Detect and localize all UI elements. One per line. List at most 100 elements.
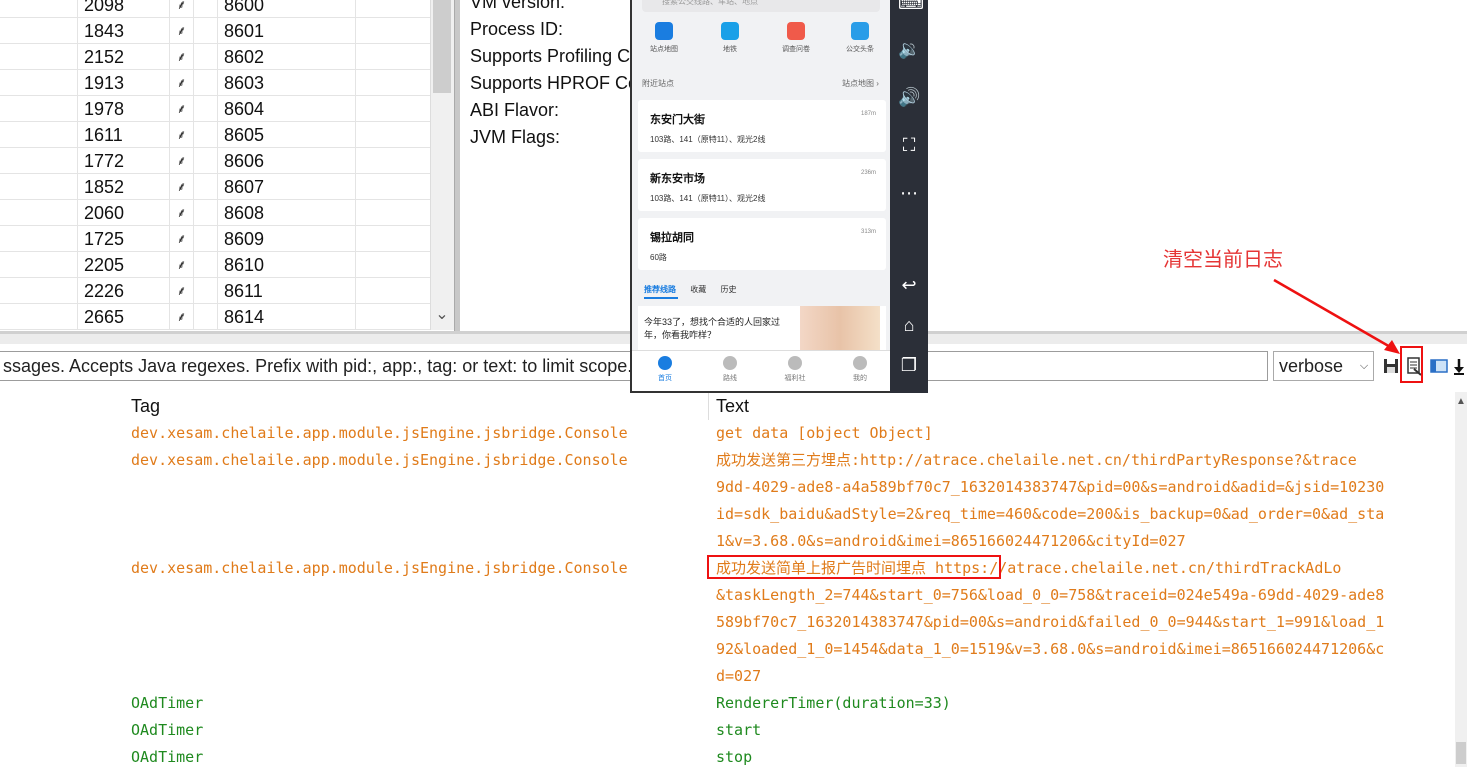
station-card[interactable]: 东安门大街 103路、141（原特11）、观光2线 187m bbox=[638, 100, 886, 152]
bug-icon: ⸙ bbox=[169, 0, 193, 18]
route-icon bbox=[723, 356, 737, 370]
home-icon[interactable]: ⌂ bbox=[898, 314, 920, 336]
tab-underline bbox=[644, 297, 678, 299]
log-text-cell: 9dd-4029-ade8-a4a589bf70c7_1632014383747… bbox=[716, 478, 1385, 496]
text-column-header[interactable]: Text bbox=[716, 396, 749, 417]
bug-icon: ⸙ bbox=[169, 278, 193, 304]
process-table: 2098 ⸙ 8600 1843 ⸙ 8601 2152 ⸙ 8602 1913 ⸙ 8603 1978… bbox=[0, 0, 430, 330]
empty-cell bbox=[355, 200, 430, 226]
log-scrollbar[interactable] bbox=[1455, 392, 1467, 767]
nav-mine[interactable]: 我的 bbox=[835, 356, 885, 383]
port-cell: 8614 bbox=[217, 304, 355, 330]
log-scroll-thumb[interactable] bbox=[1456, 742, 1466, 764]
log-text-cell: id=sdk_baidu&adStyle=2&req_time=460&code… bbox=[716, 505, 1385, 523]
process-row[interactable]: 2060 ⸙ 8608 bbox=[0, 200, 430, 226]
log-text-highlight-box bbox=[707, 555, 1001, 579]
nearby-stations-header: 附近站点 bbox=[642, 79, 674, 88]
more-icon[interactable]: ⋯ bbox=[898, 182, 920, 204]
tab-recommended[interactable]: 推荐线路 bbox=[644, 285, 676, 294]
nav-home[interactable]: 首页 bbox=[640, 356, 690, 383]
vertical-splitter[interactable] bbox=[454, 0, 460, 333]
empty-cell bbox=[355, 278, 430, 304]
nav-routes[interactable]: 路线 bbox=[705, 356, 755, 383]
tag-column-header[interactable]: Tag bbox=[131, 396, 160, 417]
log-tag-cell: OAdTimer bbox=[131, 694, 204, 712]
empty-cell bbox=[355, 18, 430, 44]
phone-screen[interactable]: 搜索公交线路、车站、地点 站点地图 地铁 调查问卷 公交头条 附近站点 站点地图… bbox=[630, 0, 890, 393]
empty-cell bbox=[355, 304, 430, 330]
quick-item-survey[interactable]: 调查问卷 bbox=[766, 22, 826, 54]
quick-item-station-map[interactable]: 站点地图 bbox=[634, 22, 694, 54]
recents-icon[interactable]: ❐ bbox=[898, 354, 920, 376]
station-card[interactable]: 新东安市场 103路、141（原特11）、观光2线 236m bbox=[638, 159, 886, 211]
empty-cell bbox=[355, 44, 430, 70]
station-card[interactable]: 锡拉胡同 60路 313m bbox=[638, 218, 886, 270]
process-row[interactable]: 2152 ⸙ 8602 bbox=[0, 44, 430, 70]
vm-info-line: ABI Flavor: bbox=[470, 100, 560, 120]
scroll-lock-icon[interactable] bbox=[1451, 356, 1467, 376]
process-row[interactable]: 2665 ⸙ 8614 bbox=[0, 304, 430, 330]
survey-icon bbox=[787, 22, 805, 40]
pid-cell: 1913 bbox=[77, 70, 169, 96]
process-row[interactable]: 1611 ⸙ 8605 bbox=[0, 122, 430, 148]
port-cell: 8611 bbox=[217, 278, 355, 304]
process-row[interactable]: 2098 ⸙ 8600 bbox=[0, 0, 430, 18]
log-table-header: Tag Text bbox=[0, 392, 1455, 420]
vm-info-panel: VM version: Process ID: Supports Profiling… bbox=[470, 0, 640, 330]
port-cell: 8609 bbox=[217, 226, 355, 252]
empty-cell bbox=[355, 96, 430, 122]
log-text-cell: RendererTimer(duration=33) bbox=[716, 694, 951, 712]
port-cell: 8603 bbox=[217, 70, 355, 96]
keyboard-icon[interactable]: ⌨ bbox=[898, 0, 924, 14]
bug-icon: ⸙ bbox=[169, 44, 193, 70]
process-row[interactable]: 1978 ⸙ 8604 bbox=[0, 96, 430, 122]
status-cell bbox=[193, 122, 217, 148]
status-cell bbox=[193, 0, 217, 18]
port-cell: 8610 bbox=[217, 252, 355, 278]
empty-cell bbox=[355, 122, 430, 148]
quick-item-subway[interactable]: 地铁 bbox=[700, 22, 760, 54]
log-text-cell: get data [object Object] bbox=[716, 424, 933, 442]
scroll-up-icon[interactable]: ▲ bbox=[1455, 396, 1467, 410]
tab-history[interactable]: 历史 bbox=[720, 285, 736, 294]
log-text-cell: stop bbox=[716, 748, 753, 766]
station-map-link[interactable]: 站点地图 › bbox=[842, 78, 879, 89]
process-row[interactable]: 2226 ⸙ 8611 bbox=[0, 278, 430, 304]
back-icon[interactable]: ↩ bbox=[898, 274, 920, 296]
port-cell: 8602 bbox=[217, 44, 355, 70]
tab-favorites[interactable]: 收藏 bbox=[690, 285, 706, 294]
process-table-scroll-thumb[interactable] bbox=[433, 0, 451, 93]
vm-info-line: Process ID: bbox=[470, 19, 564, 39]
pid-cell: 2060 bbox=[77, 200, 169, 226]
nav-welfare[interactable]: 福利社 bbox=[770, 356, 820, 383]
bug-icon: ⸙ bbox=[169, 200, 193, 226]
pid-cell: 1978 bbox=[77, 96, 169, 122]
process-row[interactable]: 1772 ⸙ 8606 bbox=[0, 148, 430, 174]
process-row[interactable]: 1852 ⸙ 8607 bbox=[0, 174, 430, 200]
screenshot-icon[interactable]: ⛶ bbox=[898, 134, 920, 156]
bug-icon: ⸙ bbox=[169, 304, 193, 330]
column-divider[interactable] bbox=[708, 392, 709, 420]
process-row[interactable]: 1913 ⸙ 8603 bbox=[0, 70, 430, 96]
volume-down-icon[interactable]: 🔉 bbox=[898, 38, 920, 60]
bug-icon: ⸙ bbox=[169, 18, 193, 44]
log-text-cell: d=027 bbox=[716, 667, 762, 685]
log-text-cell: 成功发送第三方埋点:http://atrace.chelaile.net.cn/… bbox=[716, 451, 1357, 469]
quick-item-news[interactable]: 公交头条 bbox=[830, 22, 890, 54]
pid-cell: 2665 bbox=[77, 304, 169, 330]
phone-search-input[interactable]: 搜索公交线路、车站、地点 bbox=[642, 0, 880, 12]
port-cell: 8601 bbox=[217, 18, 355, 44]
volume-up-icon[interactable]: 🔊 bbox=[898, 86, 920, 108]
vm-info-line: Supports HPROF Co bbox=[470, 73, 639, 93]
location-icon bbox=[655, 22, 673, 40]
scroll-down-icon[interactable]: ⌄ bbox=[430, 300, 454, 330]
process-row[interactable]: 2205 ⸙ 8610 bbox=[0, 252, 430, 278]
status-cell bbox=[193, 252, 217, 278]
split-view-icon[interactable] bbox=[1430, 356, 1448, 376]
process-row[interactable]: 1843 ⸙ 8601 bbox=[0, 18, 430, 44]
status-cell bbox=[193, 44, 217, 70]
empty-cell bbox=[355, 174, 430, 200]
process-row[interactable]: 1725 ⸙ 8609 bbox=[0, 226, 430, 252]
pid-cell: 1611 bbox=[77, 122, 169, 148]
port-cell: 8604 bbox=[217, 96, 355, 122]
